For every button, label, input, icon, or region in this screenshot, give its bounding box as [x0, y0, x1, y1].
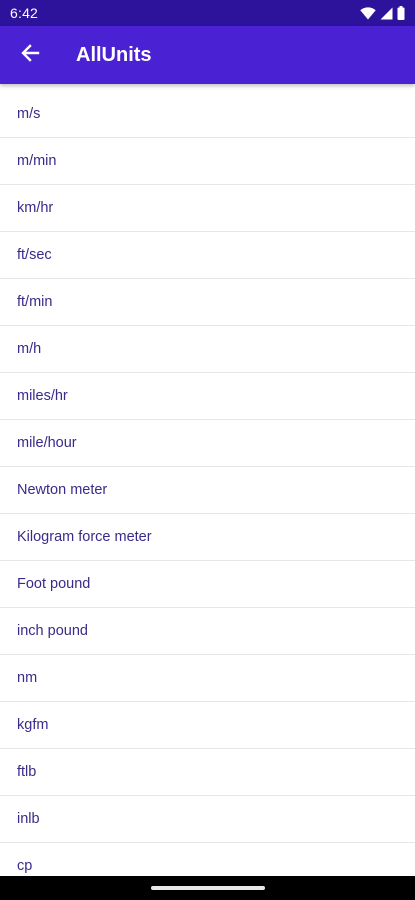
list-item[interactable]: mile/hour	[0, 420, 415, 467]
home-gesture-handle[interactable]	[150, 886, 265, 890]
battery-icon	[397, 6, 405, 20]
list-item[interactable]: Kilogram force meter	[0, 514, 415, 561]
list-item[interactable]: m/h	[0, 326, 415, 373]
unit-list: m/s m/min km/hr ft/sec ft/min m/h miles/…	[0, 91, 415, 890]
list-item[interactable]: inlb	[0, 796, 415, 843]
list-item[interactable]: ft/min	[0, 279, 415, 326]
list-item[interactable]: miles/hr	[0, 373, 415, 420]
back-button[interactable]	[18, 43, 42, 67]
app-bar: AllUnits	[0, 26, 415, 84]
list-item[interactable]: m/min	[0, 138, 415, 185]
list-item[interactable]: inch pound	[0, 608, 415, 655]
wifi-icon	[360, 6, 376, 20]
arrow-back-icon	[20, 43, 40, 68]
list-item[interactable]: Foot pound	[0, 561, 415, 608]
list-item[interactable]: m/s	[0, 91, 415, 138]
status-time: 6:42	[10, 5, 39, 21]
status-bar: 6:42	[0, 0, 415, 26]
list-item[interactable]: nm	[0, 655, 415, 702]
cellular-signal-icon	[380, 7, 393, 20]
list-item[interactable]: Newton meter	[0, 467, 415, 514]
status-icons	[360, 6, 405, 20]
list-item[interactable]: ft/sec	[0, 232, 415, 279]
page-title: AllUnits	[76, 43, 152, 66]
list-item[interactable]: kgfm	[0, 702, 415, 749]
list-item[interactable]: ftlb	[0, 749, 415, 796]
list-item[interactable]: km/hr	[0, 185, 415, 232]
navigation-bar	[0, 876, 415, 900]
